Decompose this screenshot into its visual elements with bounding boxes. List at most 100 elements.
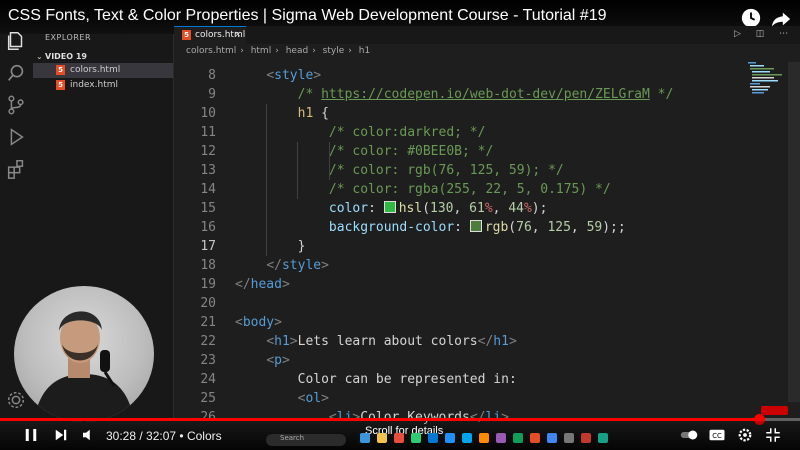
code-line[interactable]: 17 }: [174, 237, 746, 256]
taskbar-app-icon[interactable]: [377, 433, 387, 443]
taskbar-app-icon[interactable]: [598, 433, 608, 443]
code-text: <body>: [235, 315, 282, 330]
code-text: <style>: [266, 68, 322, 83]
code-text: /* color: #0BEE0B; */: [328, 144, 494, 159]
code-text: background-color: rgb(76, 125, 59);;: [328, 220, 626, 235]
line-number: 17: [200, 239, 216, 254]
taskbar-app-icon[interactable]: [513, 433, 523, 443]
breadcrumb-item[interactable]: style: [323, 46, 345, 56]
file-label: index.html: [70, 80, 118, 90]
code-line[interactable]: 21 <body>: [174, 313, 746, 332]
line-number: 9: [208, 87, 216, 102]
line-number: 19: [200, 277, 216, 292]
chevron-down-icon: ⌄: [36, 52, 43, 61]
code-text: /* color: rgb(76, 125, 59); */: [328, 163, 564, 178]
taskbar-app-icon[interactable]: [496, 433, 506, 443]
line-number: 18: [200, 258, 216, 273]
code-line[interactable]: 15 color: hsl(130, 61%, 44%);: [174, 199, 746, 218]
code-line[interactable]: 19 </head>: [174, 275, 746, 294]
color-swatch[interactable]: [383, 201, 396, 213]
line-number: 10: [200, 106, 216, 121]
time-display: 30:28 / 32:07 • Colors: [106, 429, 222, 443]
code-editor[interactable]: 8 <style> 9 /* https://codepen.io/web-dot…: [174, 62, 746, 425]
extensions-icon[interactable]: [5, 158, 27, 180]
run-debug-icon[interactable]: [5, 126, 27, 148]
code-text: /* https://codepen.io/web-dot-dev/pen/ZE…: [297, 87, 674, 102]
explorer-title: EXPLORER: [45, 33, 91, 42]
captions-icon[interactable]: CC: [708, 426, 726, 444]
taskbar-app-icon[interactable]: [445, 433, 455, 443]
indent-guide: [297, 142, 298, 199]
line-number: 25: [200, 391, 216, 406]
code-line[interactable]: 9 /* https://codepen.io/web-dot-dev/pen/…: [174, 85, 746, 104]
video-title[interactable]: CSS Fonts, Text & Color Properties | Sig…: [8, 7, 607, 25]
html5-icon: 5: [56, 65, 65, 75]
code-text: /* color: rgba(255, 22, 5, 0.175) */: [328, 182, 611, 197]
code-text: </style>: [266, 258, 329, 273]
breadcrumb-item[interactable]: h1: [359, 46, 370, 56]
file-item-colors[interactable]: 5 colors.html: [33, 63, 173, 78]
breadcrumb-item[interactable]: head: [286, 46, 308, 56]
settings-icon[interactable]: [736, 426, 754, 444]
taskbar-app-icon[interactable]: [428, 433, 438, 443]
breadcrumb-item[interactable]: colors.html: [186, 46, 236, 56]
taskbar-app-icon[interactable]: [581, 433, 591, 443]
taskbar-app-icon[interactable]: [462, 433, 472, 443]
line-number: 8: [208, 68, 216, 83]
close-icon[interactable]: ×: [234, 30, 242, 40]
presenter-webcam: [14, 286, 154, 422]
taskbar-app-icon[interactable]: [530, 433, 540, 443]
total-time: 32:07: [146, 429, 177, 443]
files-icon[interactable]: [5, 30, 27, 52]
fullscreen-exit-icon[interactable]: [764, 426, 782, 444]
breadcrumb-item[interactable]: html: [251, 46, 272, 56]
chapter-title[interactable]: Colors: [187, 429, 222, 443]
code-line[interactable]: 16 background-color: rgb(76, 125, 59);;: [174, 218, 746, 237]
taskbar-app-icon[interactable]: [564, 433, 574, 443]
line-number: 11: [200, 125, 216, 140]
code-line[interactable]: 10 h1 {: [174, 104, 746, 123]
search-icon[interactable]: [5, 62, 27, 84]
taskbar-app-icon[interactable]: [547, 433, 557, 443]
code-text: <ol>: [297, 391, 329, 406]
color-swatch[interactable]: [469, 220, 482, 232]
svg-text:CC: CC: [712, 432, 722, 440]
code-line[interactable]: 12 /* color: #0BEE0B; */: [174, 142, 746, 161]
source-control-icon[interactable]: [5, 94, 27, 116]
editor-actions[interactable]: ▷ ◫ ⋯: [734, 29, 794, 39]
code-line[interactable]: 25 <ol>: [174, 389, 746, 408]
code-line[interactable]: 18 </style>: [174, 256, 746, 275]
line-number: 22: [200, 334, 216, 349]
taskbar-app-icon[interactable]: [394, 433, 404, 443]
line-number: 13: [200, 163, 216, 178]
vertical-scrollbar[interactable]: [788, 62, 800, 402]
taskbar-app-icon[interactable]: [360, 433, 370, 443]
taskbar-icons: [250, 433, 630, 447]
code-line[interactable]: 24 Color can be represented in:: [174, 370, 746, 389]
code-line[interactable]: 20: [174, 294, 746, 313]
folder-row[interactable]: ⌄ VIDEO 19: [33, 50, 173, 64]
line-number: 14: [200, 182, 216, 197]
taskbar-app-icon[interactable]: [411, 433, 421, 443]
settings-gear-icon[interactable]: [5, 389, 27, 411]
volume-icon[interactable]: [80, 426, 98, 444]
code-line[interactable]: 8 <style>: [174, 66, 746, 85]
code-line[interactable]: 14 /* color: rgba(255, 22, 5, 0.175) */: [174, 180, 746, 199]
line-number: 24: [200, 372, 216, 387]
autoplay-toggle-icon[interactable]: [680, 426, 698, 444]
taskbar-app-icon[interactable]: [479, 433, 489, 443]
html5-icon: 5: [182, 30, 191, 40]
current-time: 30:28: [106, 429, 137, 443]
next-icon[interactable]: [52, 426, 70, 444]
html5-icon: 5: [56, 80, 65, 90]
file-item-index[interactable]: 5 index.html: [33, 78, 173, 93]
pause-icon[interactable]: [22, 426, 40, 444]
line-number: 15: [200, 201, 216, 216]
code-line[interactable]: 13 /* color: rgb(76, 125, 59); */: [174, 161, 746, 180]
code-line[interactable]: 22 <h1>Lets learn about colors</h1>: [174, 332, 746, 351]
code-line[interactable]: 23 <p>: [174, 351, 746, 370]
tab-colors-html[interactable]: 5 colors.html ×: [174, 26, 246, 44]
code-line[interactable]: 11 /* color:darkred; */: [174, 123, 746, 142]
line-number: 21: [200, 315, 216, 330]
subscribe-badge-icon[interactable]: [761, 406, 788, 415]
